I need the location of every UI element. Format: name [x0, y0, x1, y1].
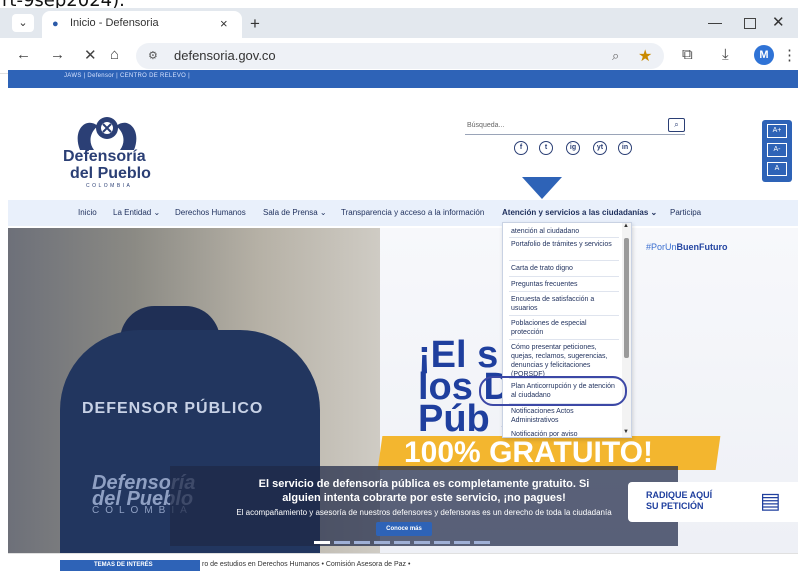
dropdown-divider: [509, 237, 619, 238]
scroll-up-icon[interactable]: ▲: [623, 223, 629, 229]
jacket-text: DEFENSOR PÚBLICO: [82, 400, 264, 417]
nav-sala-de-prensa[interactable]: Sala de Prensa ⌄: [263, 208, 327, 217]
search-placeholder: Búsqueda...: [467, 122, 505, 129]
site-info-icon[interactable]: ⚙: [148, 49, 158, 62]
dropdown-divider: [509, 291, 619, 292]
downloads-icon[interactable]: ⤓: [722, 46, 729, 63]
stop-icon[interactable]: ✕: [84, 46, 97, 64]
font-decrease-button[interactable]: A-: [767, 143, 787, 157]
zoom-icon[interactable]: ⌕: [612, 48, 619, 64]
window-close-button[interactable]: ✕: [772, 13, 785, 31]
dropdown-item-preguntas[interactable]: Preguntas frecuentes: [511, 280, 617, 289]
dropdown-item-notificaciones[interactable]: Notificaciones Actos Administrativos: [511, 407, 617, 425]
youtube-icon[interactable]: yt: [593, 141, 607, 155]
scroll-down-icon[interactable]: ▼: [623, 429, 629, 435]
gratuito-text: 100% GRATUITO!: [404, 436, 653, 469]
dropdown-item-pqrsdf[interactable]: Cómo presentar peticiones, quejas, recla…: [511, 343, 617, 379]
hero-caption-line2: alguien intenta cobrarte por este servic…: [282, 492, 566, 504]
blue-arrow-down-icon: [522, 177, 562, 199]
dropdown-divider: [509, 339, 619, 340]
dropdown-item-atencion-ciudadano[interactable]: atención al ciudadano: [511, 227, 617, 236]
dropdown-divider: [509, 260, 619, 261]
tab-close-icon[interactable]: ×: [220, 16, 228, 31]
dropdown-item-poblaciones[interactable]: Poblaciones de especial protección: [511, 319, 617, 337]
back-icon[interactable]: ←: [16, 46, 31, 63]
radique-label-line2[interactable]: SU PETICIÓN: [646, 501, 704, 511]
window-maximize-button[interactable]: [744, 18, 756, 29]
logo-country: COLOMBIA: [86, 183, 133, 189]
nav-participa[interactable]: Participa: [670, 208, 701, 217]
nav-derechos-humanos[interactable]: Derechos Humanos: [175, 208, 246, 217]
instagram-icon[interactable]: ig: [566, 141, 580, 155]
linkedin-icon[interactable]: in: [618, 141, 632, 155]
handwritten-caption: rt-9sep2024).: [0, 0, 798, 8]
favicon-icon: ●: [52, 18, 59, 30]
accessibility-links[interactable]: JAWS | Defensor | CENTRO DE RELEVO |: [64, 73, 190, 79]
dropdown-divider: [509, 276, 619, 277]
forward-icon[interactable]: →: [50, 46, 65, 63]
twitter-icon[interactable]: t: [539, 141, 553, 155]
radique-label-line1[interactable]: RADIQUE AQUÍ: [646, 490, 712, 500]
dropdown-item-portafolio[interactable]: Portafolio de trámites y servicios: [511, 240, 617, 249]
hashtag-bold: BuenFuturo: [676, 242, 728, 252]
hero-caption-line3: El acompañamiento y asesoría de nuestros…: [236, 508, 612, 517]
dropdown-item-encuesta[interactable]: Encuesta de satisfacción a usuarios: [511, 295, 617, 313]
logo-name-line1: Defensoría: [63, 148, 146, 165]
nav-inicio[interactable]: Inicio: [78, 208, 97, 217]
extensions-icon[interactable]: ⧉: [682, 46, 693, 63]
dropdown-scroll-thumb[interactable]: [624, 238, 629, 358]
nav-atencion-servicios[interactable]: Atención y servicios a las ciudadanías ⌄: [502, 208, 657, 217]
temas-de-interes-label: TEMAS DE INTERÉS: [94, 562, 153, 568]
tab-search-dropdown-icon[interactable]: ⌄: [12, 14, 34, 32]
window-minimize-button[interactable]: —: [708, 14, 722, 30]
logo-name-line2: del Pueblo: [70, 165, 151, 182]
home-icon[interactable]: ⌂: [110, 46, 119, 63]
highlight-annotation: [479, 376, 627, 406]
conoce-mas-button[interactable]: Conoce más: [376, 522, 432, 536]
news-ticker[interactable]: ro de estudios en Derechos Humanos • Com…: [202, 561, 410, 568]
nav-la-entidad[interactable]: La Entidad ⌄: [113, 208, 160, 217]
dropdown-divider: [509, 315, 619, 316]
new-tab-button[interactable]: +: [250, 14, 260, 34]
hashtag-prefix: #PorUn: [646, 242, 677, 252]
form-check-icon[interactable]: ▤: [760, 488, 781, 514]
hashtag: #PorUnBuenFuturo: [646, 242, 728, 252]
font-increase-button[interactable]: A+: [767, 124, 787, 138]
nav-transparencia[interactable]: Transparencia y acceso a la información: [341, 208, 484, 217]
bookmark-star-icon[interactable]: ★: [638, 46, 652, 66]
search-icon[interactable]: ⌕: [668, 118, 685, 132]
profile-avatar[interactable]: M: [754, 45, 774, 65]
menu-icon[interactable]: ⋮: [782, 46, 797, 64]
tab-title[interactable]: Inicio - Defensoria: [70, 17, 159, 29]
dropdown-item-carta-trato[interactable]: Carta de trato digno: [511, 264, 617, 273]
hero-caption-line1: El servicio de defensoría pública es com…: [258, 478, 590, 490]
font-reset-button[interactable]: A: [767, 162, 787, 176]
dropdown-item-notificacion-aviso[interactable]: Notificación por aviso: [511, 430, 617, 437]
facebook-icon[interactable]: f: [514, 141, 528, 155]
carousel-indicators[interactable]: [314, 541, 494, 544]
url-text[interactable]: defensoria.gov.co: [174, 48, 276, 63]
